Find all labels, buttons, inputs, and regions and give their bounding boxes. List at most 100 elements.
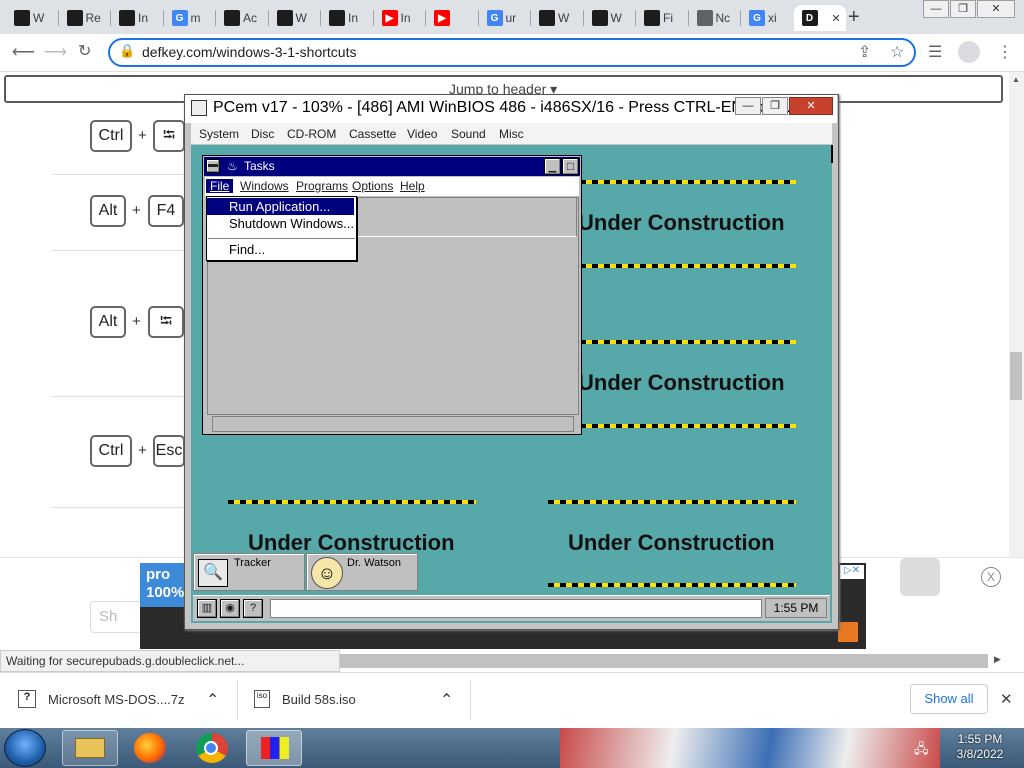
pcem-menu-video[interactable]: Video [407,127,437,141]
taskbar-clock[interactable]: 1:55 PM 3/8/2022 [940,732,1020,762]
show-all-button[interactable]: Show all [910,684,988,714]
tab-title: W [610,11,622,25]
url-text[interactable]: defkey.com/windows-3-1-shortcuts [142,44,356,60]
browser-tab[interactable]: ▶ In [374,5,424,31]
browser-tab[interactable]: Gur [479,5,529,31]
browser-restore-button[interactable]: ❐ [950,0,976,18]
pcem-app-icon[interactable] [191,100,207,116]
browser-tab[interactable]: Nc [689,5,739,31]
pcem-menu-sound[interactable]: Sound [451,127,486,141]
tab-separator [477,10,479,26]
tasks-menu-file[interactable]: File [206,179,234,193]
tab-separator [425,10,426,26]
lock-icon[interactable]: 🔒 [119,43,135,59]
ad-square-button[interactable] [900,558,940,596]
page-scrollbar-thumb[interactable] [1010,352,1022,400]
file-explorer-icon[interactable] [62,730,118,766]
new-tab-button[interactable]: + [848,6,860,29]
tasks-menu-options[interactable]: Options [352,179,393,193]
desktop-icon-label: Tracker [234,557,271,569]
plus-sign: + [132,202,141,219]
ad-orange-icon [838,622,858,642]
browser-tab[interactable]: Re [59,5,109,31]
forward-arrow-icon[interactable]: ⟶ [44,42,67,62]
tasks-minimize-button[interactable]: ▁ [544,158,561,175]
book-icon[interactable]: ▥ [197,599,217,618]
divider [52,396,192,397]
file-iso-icon: iso [254,690,270,708]
help-icon[interactable]: ? [243,599,263,618]
browser-tab[interactable]: Ac [216,5,266,31]
firefox-icon[interactable] [134,733,166,763]
browser-minimize-button[interactable]: — [923,0,949,18]
control-menu-icon[interactable]: ▬ [206,159,220,173]
ad-fragment-button[interactable]: Sh [90,601,142,633]
adchoices-icon[interactable]: ▷✕ [840,565,864,579]
browser-tab[interactable]: W [584,5,634,31]
tasks-maximize-button[interactable]: □ [562,158,579,175]
browser-tab[interactable]: W [269,5,319,31]
pcem-menu-cdrom[interactable]: CD-ROM [287,127,336,141]
divider [52,174,192,175]
share-icon[interactable]: ⇪ [858,42,871,62]
pcem-menu-cassette[interactable]: Cassette [349,127,396,141]
chrome-menu-icon[interactable]: ⋮ [997,42,1013,62]
pcem-restore-button[interactable]: ❐ [762,97,788,115]
pcem-menu-disc[interactable]: Disc [251,127,274,141]
scroll-up-icon[interactable]: ▲ [1012,75,1020,84]
browser-tab[interactable]: W [531,5,581,31]
pcem-taskbar-icon[interactable] [246,730,302,766]
key-ctrl: Ctrl [90,120,132,152]
browser-tab[interactable]: W [6,5,56,31]
chrome-taskbar-icon[interactable] [196,733,228,763]
browser-tab[interactable]: In [321,5,371,31]
win31-command-field[interactable] [270,599,762,618]
close-tab-icon[interactable]: ✕ [832,12,841,25]
key-alt: Alt [90,195,126,227]
pcem-close-button[interactable]: ✕ [789,97,833,115]
browser-tab[interactable]: ▶ [426,5,476,31]
menu-item-run-application[interactable]: Run Application... [207,198,354,215]
tasks-menu-help[interactable]: Help [400,179,425,193]
browser-close-button[interactable]: ✕ [977,0,1015,18]
tasks-menu-programs[interactable]: Programs [296,179,348,193]
hazard-stripe [548,500,796,504]
desktop-icon-dr-watson[interactable]: ☺ Dr. Watson [306,553,418,591]
horizontal-scrollbar[interactable] [340,654,988,668]
task-listbox[interactable] [355,197,577,237]
menu-item-find[interactable]: Find... [207,241,354,258]
menu-item-shutdown-windows[interactable]: Shutdown Windows... [207,215,354,232]
divider [237,680,238,720]
wallpaper-text: Under Construction [568,530,775,555]
browser-tab[interactable]: Gm [164,5,214,31]
browser-tab[interactable]: In [111,5,161,31]
start-button[interactable] [4,729,46,767]
pcem-menu-misc[interactable]: Misc [499,127,524,141]
browser-tab[interactable]: D ✕ [793,5,846,31]
download-item-name[interactable]: Microsoft MS-DOS....7z [48,692,185,707]
chevron-up-icon[interactable]: ⌃ [206,690,219,710]
reload-icon[interactable]: ↻ [78,41,91,61]
tab-title: Nc [715,11,731,25]
browser-tab[interactable]: Gxi [741,5,791,31]
eye-icon[interactable]: ◉ [220,599,240,618]
browser-tab[interactable]: Fi [636,5,686,31]
reading-list-icon[interactable]: ☰ [928,42,942,62]
back-arrow-icon[interactable]: ⟵ [12,42,35,62]
desktop-icon-tracker[interactable]: 🔍 Tracker [193,553,305,591]
downloads-close-button[interactable]: ✕ [1000,690,1013,708]
pcem-menu-system[interactable]: System [199,127,239,141]
defkey-d-icon: D [801,10,818,26]
divider [52,250,192,251]
tasks-menu-windows[interactable]: Windows [240,179,289,193]
archive-icon [119,10,135,26]
profile-avatar[interactable] [958,41,980,63]
download-item-name[interactable]: Build 58s.iso [282,692,356,707]
scroll-right-icon[interactable]: ▶ [994,654,1001,665]
pcem-minimize-button[interactable]: — [735,97,761,115]
network-icon[interactable]: 🖧 [914,740,929,762]
chevron-up-icon[interactable]: ⌃ [440,690,453,710]
hazard-stripe [580,340,796,344]
ad-close-button[interactable]: X [981,567,1001,587]
bookmark-star-icon[interactable]: ☆ [890,42,904,62]
